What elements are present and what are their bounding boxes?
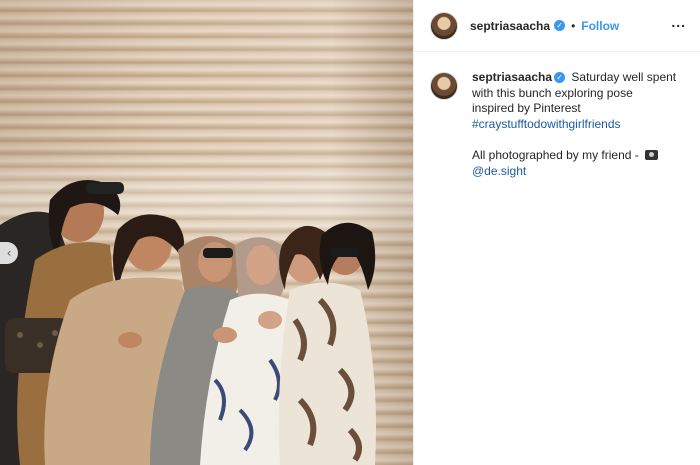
header-username[interactable]: septriasaacha [470, 19, 550, 33]
group-of-women-illustration [0, 180, 376, 465]
avatar[interactable] [430, 11, 458, 40]
camera-icon [645, 150, 659, 160]
chevron-left-icon: ‹ [6, 246, 12, 260]
caption-comment: septriasaacha ✓ Saturday well spent with … [414, 52, 700, 179]
post-header: septriasaacha ✓ • Follow ... [414, 0, 700, 52]
credit-text: All photographed by my friend - [472, 148, 639, 162]
caption-body: septriasaacha ✓ Saturday well spent with … [472, 70, 677, 179]
caption-verified-badge-icon: ✓ [554, 72, 566, 84]
follow-button[interactable]: Follow [581, 19, 619, 33]
more-options-icon[interactable]: ... [671, 14, 686, 30]
verified-badge-icon: ✓ [554, 20, 566, 31]
credit-line: All photographed by my friend - @de.sigh… [472, 148, 677, 179]
caption-avatar[interactable] [430, 72, 458, 100]
caption-username[interactable]: septriasaacha [472, 70, 552, 84]
post-photo[interactable]: ‹ [0, 0, 413, 465]
separator-dot: • [571, 18, 576, 33]
mention-link[interactable]: @de.sight [472, 164, 526, 178]
post-details-panel: septriasaacha ✓ • Follow ... septriasaac… [413, 0, 700, 465]
hashtag-link[interactable]: #craystufftodowithgirlfriends [472, 117, 621, 131]
